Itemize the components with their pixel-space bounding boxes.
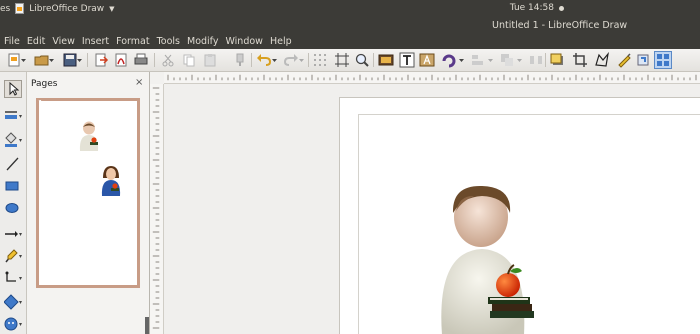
rectangle-icon[interactable] (4, 178, 22, 194)
redo-dropdown-icon[interactable] (298, 52, 305, 68)
page-thumbnail[interactable]: 1 (36, 98, 140, 288)
arrow-line-icon[interactable] (4, 226, 22, 242)
open-dropdown-icon[interactable] (48, 52, 55, 68)
glue-points-icon[interactable] (616, 52, 632, 68)
redo-icon[interactable] (283, 52, 299, 68)
drawing-workspace (150, 72, 700, 334)
fontwork-icon[interactable] (419, 52, 435, 68)
menu-help[interactable]: Help (266, 35, 295, 49)
zoom-icon[interactable] (354, 52, 370, 68)
display-mode-icon[interactable] (654, 51, 672, 69)
teacher-figure[interactable] (432, 183, 542, 334)
undo-icon[interactable] (256, 52, 272, 68)
pages-pane-scrollbar[interactable] (145, 317, 149, 334)
export-icon[interactable] (93, 52, 109, 68)
print-icon[interactable] (133, 52, 149, 68)
menu-insert[interactable]: Insert (78, 35, 112, 49)
standard-toolbar (0, 49, 700, 72)
line-color-icon[interactable] (4, 108, 22, 124)
teacher-figure-thumbnail (79, 121, 99, 151)
vertical-ruler[interactable] (150, 84, 164, 334)
menu-format[interactable]: Format (112, 35, 152, 49)
basic-shapes-icon[interactable] (4, 294, 22, 310)
toolbar-separator (87, 53, 88, 67)
save-dropdown-icon[interactable] (76, 52, 83, 68)
toolbar-separator (154, 53, 155, 67)
notification-dot-icon (559, 5, 564, 11)
text-icon[interactable] (399, 52, 415, 68)
clone-formatting-icon[interactable] (232, 52, 248, 68)
menu-file[interactable]: File (0, 35, 23, 49)
toolbar-separator (545, 53, 546, 67)
page-number: 1 (38, 99, 44, 108)
toolbar-separator (308, 53, 309, 67)
window-title: Untitled 1 - LibreOffice Draw (492, 20, 628, 31)
image-icon[interactable] (378, 52, 394, 68)
student-figure-thumbnail (101, 166, 121, 196)
pages-pane: Pages × 1 (27, 72, 150, 334)
toggle-extrusion-icon[interactable] (636, 52, 652, 68)
distribute-icon[interactable] (528, 52, 544, 68)
align-icon[interactable] (470, 52, 486, 68)
menu-tools[interactable]: Tools (153, 35, 183, 49)
curve-icon[interactable] (4, 248, 22, 264)
ellipse-icon[interactable] (4, 200, 22, 216)
menu-window[interactable]: Window (221, 35, 265, 49)
menu-bar: File Edit View Insert Format Tools Modif… (0, 35, 700, 49)
symbol-shapes-icon[interactable] (4, 316, 22, 332)
paste-icon[interactable] (202, 52, 218, 68)
libreoffice-draw-app-icon (15, 3, 25, 14)
export-pdf-icon[interactable] (113, 52, 129, 68)
line-icon[interactable] (4, 156, 22, 172)
menu-modify[interactable]: Modify (183, 35, 221, 49)
connector-icon[interactable] (4, 270, 22, 286)
close-pane-icon[interactable]: × (135, 77, 143, 88)
toolbar-separator (373, 53, 374, 67)
canvas-area[interactable] (164, 84, 700, 334)
shadow-icon[interactable] (549, 52, 565, 68)
grid-icon[interactable] (312, 52, 328, 68)
drawing-toolbar (0, 72, 27, 334)
menu-view[interactable]: View (48, 35, 78, 49)
prev-app-fragment: es (0, 3, 11, 14)
arrange-icon[interactable] (499, 52, 515, 68)
app-menu-dropdown-icon[interactable]: ▼ (109, 5, 114, 13)
align-dropdown-icon[interactable] (487, 52, 494, 68)
drawing-page[interactable] (339, 97, 700, 334)
arrange-dropdown-icon[interactable] (516, 52, 523, 68)
rotate-dropdown-icon[interactable] (458, 52, 465, 68)
menu-edit[interactable]: Edit (23, 35, 48, 49)
fill-color-icon[interactable] (4, 132, 22, 148)
undo-dropdown-icon[interactable] (271, 52, 278, 68)
toolbar-separator (251, 53, 252, 67)
system-top-bar: es LibreOffice Draw ▼ Tue 14:58 (0, 0, 700, 18)
points-icon[interactable] (594, 52, 610, 68)
copy-icon[interactable] (181, 52, 197, 68)
crop-icon[interactable] (572, 52, 588, 68)
horizontal-ruler[interactable] (164, 72, 700, 84)
app-menu-name[interactable]: LibreOffice Draw (29, 4, 104, 14)
select-icon[interactable] (4, 80, 22, 98)
new-dropdown-icon[interactable] (20, 52, 27, 68)
system-clock[interactable]: Tue 14:58 (510, 3, 554, 13)
cut-icon[interactable] (160, 52, 176, 68)
helplines-icon[interactable] (334, 52, 350, 68)
rotate-icon[interactable] (441, 52, 457, 68)
window-title-bar: Untitled 1 - LibreOffice Draw (0, 18, 700, 35)
pages-pane-title: Pages (31, 79, 58, 89)
